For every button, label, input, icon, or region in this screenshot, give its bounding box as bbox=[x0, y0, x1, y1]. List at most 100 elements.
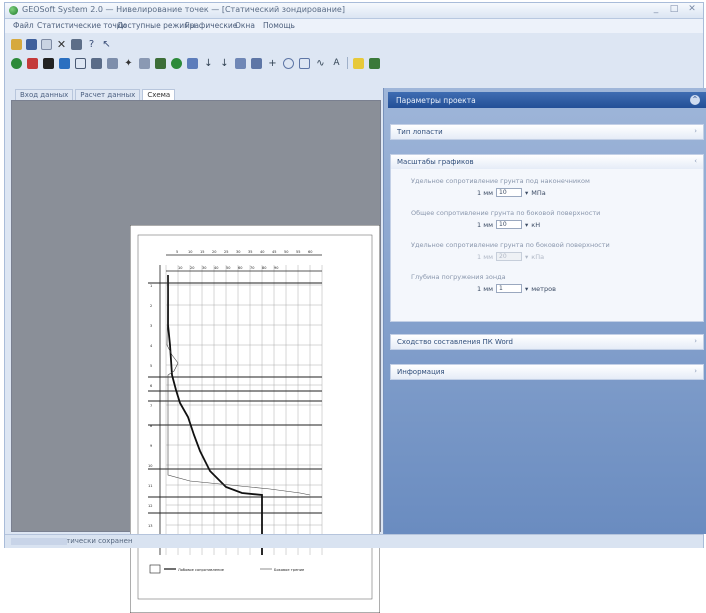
dropdown-arrow-icon[interactable]: ▾ bbox=[525, 221, 528, 229]
panel-title: Параметры проекта bbox=[396, 96, 476, 105]
section-probe-type[interactable]: Тип лопасти › bbox=[390, 124, 704, 140]
field-prefix: 1 мм bbox=[477, 284, 494, 293]
toolbar-standard: ✕ ? ↖ bbox=[11, 37, 112, 51]
svg-text:10: 10 bbox=[148, 464, 152, 468]
section-probe-type-title: Тип лопасти bbox=[397, 128, 443, 136]
close-button[interactable]: ✕ bbox=[687, 4, 697, 14]
curve-icon[interactable]: ∿ bbox=[315, 58, 326, 69]
svg-text:9: 9 bbox=[150, 444, 152, 448]
svg-text:50: 50 bbox=[226, 266, 230, 270]
text-icon[interactable]: A bbox=[331, 58, 342, 69]
delete-icon[interactable]: ✕ bbox=[56, 39, 67, 50]
menu-windows[interactable]: Окна bbox=[235, 21, 255, 30]
field-unit: метров bbox=[531, 284, 556, 293]
toolbar-tools: ✦ ↓ ↓ + ∿ A bbox=[11, 55, 380, 71]
line-icon[interactable] bbox=[299, 57, 310, 69]
svg-text:25: 25 bbox=[224, 250, 228, 254]
arrow-up-icon[interactable] bbox=[187, 57, 198, 69]
svg-text:70: 70 bbox=[250, 266, 254, 270]
edit-icon[interactable] bbox=[283, 57, 294, 69]
status-bar: Проект автоматически сохранен bbox=[5, 534, 703, 548]
field-unit: кПа bbox=[531, 252, 545, 261]
section-chart-scales-title[interactable]: Масштабы графиков bbox=[397, 158, 474, 166]
chevron-down-icon: › bbox=[694, 127, 697, 135]
svg-text:6: 6 bbox=[150, 384, 152, 388]
chevron-down-icon: › bbox=[694, 367, 697, 375]
stop-icon[interactable] bbox=[43, 57, 54, 69]
menu-bar: Файл Статистические точки Доступные режи… bbox=[5, 19, 703, 33]
field-prefix: 1 мм bbox=[477, 188, 494, 197]
svg-text:35: 35 bbox=[248, 250, 252, 254]
svg-text:3: 3 bbox=[150, 324, 152, 328]
svg-text:30: 30 bbox=[236, 250, 240, 254]
print-icon[interactable] bbox=[71, 38, 82, 50]
dropdown-arrow-icon[interactable]: ▾ bbox=[525, 189, 528, 197]
arrow-down-icon[interactable]: ↓ bbox=[203, 58, 214, 69]
maximize-button[interactable]: □ bbox=[669, 4, 679, 14]
svg-text:40: 40 bbox=[214, 266, 218, 270]
scale-input-depth[interactable]: 1 bbox=[496, 284, 523, 293]
pointer-icon[interactable]: ↖ bbox=[101, 39, 112, 50]
menu-modes[interactable]: Доступные режимы bbox=[117, 21, 196, 30]
svg-text:8: 8 bbox=[150, 424, 152, 428]
chart-icon[interactable] bbox=[107, 57, 118, 69]
section-word-export[interactable]: Сходство составления ПК Word › bbox=[390, 334, 704, 350]
export-icon[interactable]: ↓ bbox=[219, 58, 230, 69]
help-icon[interactable]: ? bbox=[86, 39, 97, 50]
menu-graphics[interactable]: Графические bbox=[185, 21, 237, 30]
title-bar[interactable]: GEOSoft System 2.0 — Нивелирование точек… bbox=[5, 3, 703, 19]
section-info[interactable]: Информация › bbox=[390, 364, 704, 380]
svg-text:5: 5 bbox=[150, 364, 152, 368]
window-title: GEOSoft System 2.0 — Нивелирование точек… bbox=[22, 5, 345, 14]
flower-icon[interactable] bbox=[171, 57, 182, 69]
cpt-profile-chart[interactable]: 5 10 15 20 25 30 35 40 45 50 55 60 10 20 30 40 50 60… bbox=[130, 225, 380, 613]
panel-header: Параметры проекта ⌃ bbox=[388, 92, 706, 108]
svg-text:5: 5 bbox=[176, 250, 178, 254]
field-prefix: 1 мм bbox=[477, 252, 494, 261]
svg-text:10: 10 bbox=[188, 250, 192, 254]
section-word-export-title: Сходство составления ПК Word bbox=[397, 338, 513, 346]
field-caption-total-friction: Общее сопротивление грунта по боковой по… bbox=[411, 209, 601, 217]
chevron-up-icon[interactable]: ‹ bbox=[694, 157, 697, 165]
minimize-button[interactable]: _ bbox=[651, 4, 661, 14]
select-icon[interactable]: + bbox=[267, 58, 278, 69]
save-icon[interactable] bbox=[26, 38, 37, 50]
legend-friction-label: Боковое трение bbox=[274, 568, 305, 572]
green-circle-icon[interactable] bbox=[11, 57, 22, 69]
yellow-icon[interactable] bbox=[353, 57, 364, 69]
svg-text:60: 60 bbox=[308, 250, 312, 254]
field-caption-cone: Удельное сопротивление грунта под наконе… bbox=[411, 177, 590, 185]
svg-text:90: 90 bbox=[274, 266, 278, 270]
open-icon[interactable] bbox=[11, 38, 22, 50]
scale-input-cone[interactable]: 10 bbox=[496, 188, 523, 197]
copy-icon[interactable] bbox=[41, 38, 52, 50]
svg-text:80: 80 bbox=[262, 266, 266, 270]
menu-file[interactable]: Файл bbox=[13, 21, 34, 30]
toolbar-separator bbox=[347, 57, 348, 69]
document-area[interactable]: 5 10 15 20 25 30 35 40 45 50 55 60 10 20 30 40 50 60… bbox=[11, 100, 381, 613]
scale-input-total-friction[interactable]: 10 bbox=[496, 220, 523, 229]
dropdown-arrow-icon[interactable]: ▾ bbox=[525, 285, 528, 293]
grid-icon[interactable] bbox=[75, 57, 86, 69]
import-icon[interactable] bbox=[235, 57, 246, 69]
settings-icon[interactable] bbox=[369, 57, 380, 69]
download-icon[interactable] bbox=[59, 57, 70, 69]
menu-help[interactable]: Помощь bbox=[263, 21, 295, 30]
zoom-icon[interactable] bbox=[251, 57, 262, 69]
chart2-icon[interactable] bbox=[139, 57, 150, 69]
collapse-all-icon[interactable]: ⌃ bbox=[690, 95, 700, 105]
scale-input-unit-friction: 20 bbox=[496, 252, 523, 261]
field-prefix: 1 мм bbox=[477, 220, 494, 229]
app-icon bbox=[9, 6, 18, 15]
red-icon[interactable] bbox=[27, 57, 38, 69]
tree-icon[interactable] bbox=[155, 57, 166, 69]
svg-text:15: 15 bbox=[200, 250, 204, 254]
table-icon[interactable] bbox=[91, 57, 102, 69]
field-row-total-friction: 1 мм 10 ▾ кН bbox=[477, 220, 540, 229]
star-icon[interactable]: ✦ bbox=[123, 58, 134, 69]
field-row-depth: 1 мм 1 ▾ метров bbox=[477, 284, 556, 293]
field-row-cone: 1 мм 10 ▾ МПа bbox=[477, 188, 546, 197]
menu-static-points[interactable]: Статистические точки bbox=[37, 21, 126, 30]
field-caption-depth: Глубина погружения зонда bbox=[411, 273, 506, 281]
dropdown-arrow-icon: ▾ bbox=[525, 252, 529, 261]
